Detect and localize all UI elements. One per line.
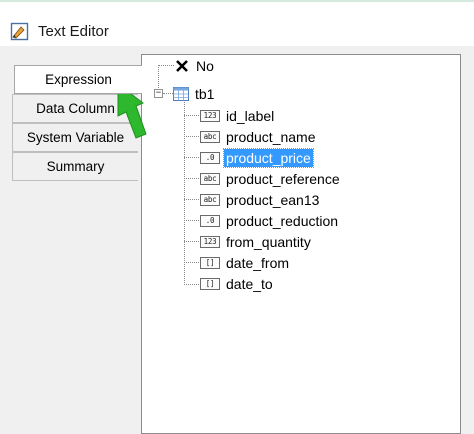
column-tree[interactable]: No − tb1 123 id_label abc product_name .… <box>141 54 461 434</box>
tree-item-field[interactable]: abc product_name <box>200 127 318 146</box>
tree-connector <box>184 199 199 200</box>
text-editor-icon <box>10 22 30 42</box>
tree-connector <box>184 220 199 221</box>
tree-connector <box>163 93 173 94</box>
editor-panel: Expression Data Column System Variable S… <box>0 46 474 434</box>
number-field-icon: 123 <box>200 109 220 122</box>
tree-connector <box>184 115 199 116</box>
expander-glyph: − <box>155 88 162 98</box>
tree-connector <box>184 102 185 285</box>
tree-item-field[interactable]: 123 id_label <box>200 106 276 125</box>
tree-connector <box>184 241 199 242</box>
tree-connector <box>184 178 199 179</box>
tree-item-no[interactable]: No <box>175 56 216 75</box>
text-field-icon: abc <box>200 130 220 143</box>
tree-connector <box>158 65 159 90</box>
tree-connector <box>184 284 199 285</box>
text-field-icon: abc <box>200 193 220 206</box>
tree-item-label: product_price <box>223 147 314 168</box>
collapse-toggle[interactable]: − <box>154 89 163 98</box>
tree-item-label: date_to <box>226 275 273 292</box>
tree-item-label: product_reduction <box>226 212 339 229</box>
tree-item-tb1[interactable]: tb1 <box>173 84 216 103</box>
tree-item-label: product_reference <box>226 170 340 187</box>
tree-item-field[interactable]: [] date_from <box>200 253 291 272</box>
tree-item-label: date_from <box>226 254 290 271</box>
tab-system-variable[interactable]: System Variable <box>12 123 138 152</box>
tree-item-field-selected[interactable]: .0 product_price <box>200 147 314 168</box>
tree-connector <box>158 65 174 66</box>
number-field-icon: 123 <box>200 235 220 248</box>
tree-item-label: No <box>196 57 214 74</box>
table-icon <box>173 86 189 101</box>
date-field-icon: [] <box>200 256 220 269</box>
tree-item-field[interactable]: [] date_to <box>200 274 275 293</box>
tree-item-label: from_quantity <box>226 233 311 250</box>
decimal-field-icon: .0 <box>200 214 220 227</box>
tab-data-column[interactable]: Data Column <box>12 94 138 123</box>
text-field-icon: abc <box>200 172 220 185</box>
tab-strip: Expression Data Column System Variable S… <box>0 46 142 434</box>
tree-item-label: product_name <box>226 128 316 145</box>
tree-connector <box>184 262 199 263</box>
tab-label: Summary <box>46 159 105 174</box>
tab-label: Data Column <box>36 101 115 116</box>
tab-label: Expression <box>45 72 112 87</box>
tree-connector <box>184 136 199 137</box>
tree-item-label: tb1 <box>195 85 215 102</box>
tree-item-field[interactable]: abc product_reference <box>200 169 342 188</box>
tab-expression[interactable]: Expression <box>14 65 142 94</box>
decimal-field-icon: .0 <box>200 151 220 164</box>
tree-item-field[interactable]: 123 from_quantity <box>200 232 313 251</box>
tree-item-label: id_label <box>226 107 275 124</box>
x-icon <box>175 59 189 73</box>
tree-item-field[interactable]: .0 product_reduction <box>200 211 340 230</box>
tab-summary[interactable]: Summary <box>12 152 138 181</box>
tree-item-label: product_ean13 <box>226 191 320 208</box>
title-bar: Text Editor <box>0 2 474 46</box>
window-title: Text Editor <box>38 23 109 40</box>
date-field-icon: [] <box>200 277 220 290</box>
tree-connector <box>184 157 199 158</box>
tab-label: System Variable <box>26 130 125 145</box>
tree-item-field[interactable]: abc product_ean13 <box>200 190 321 209</box>
